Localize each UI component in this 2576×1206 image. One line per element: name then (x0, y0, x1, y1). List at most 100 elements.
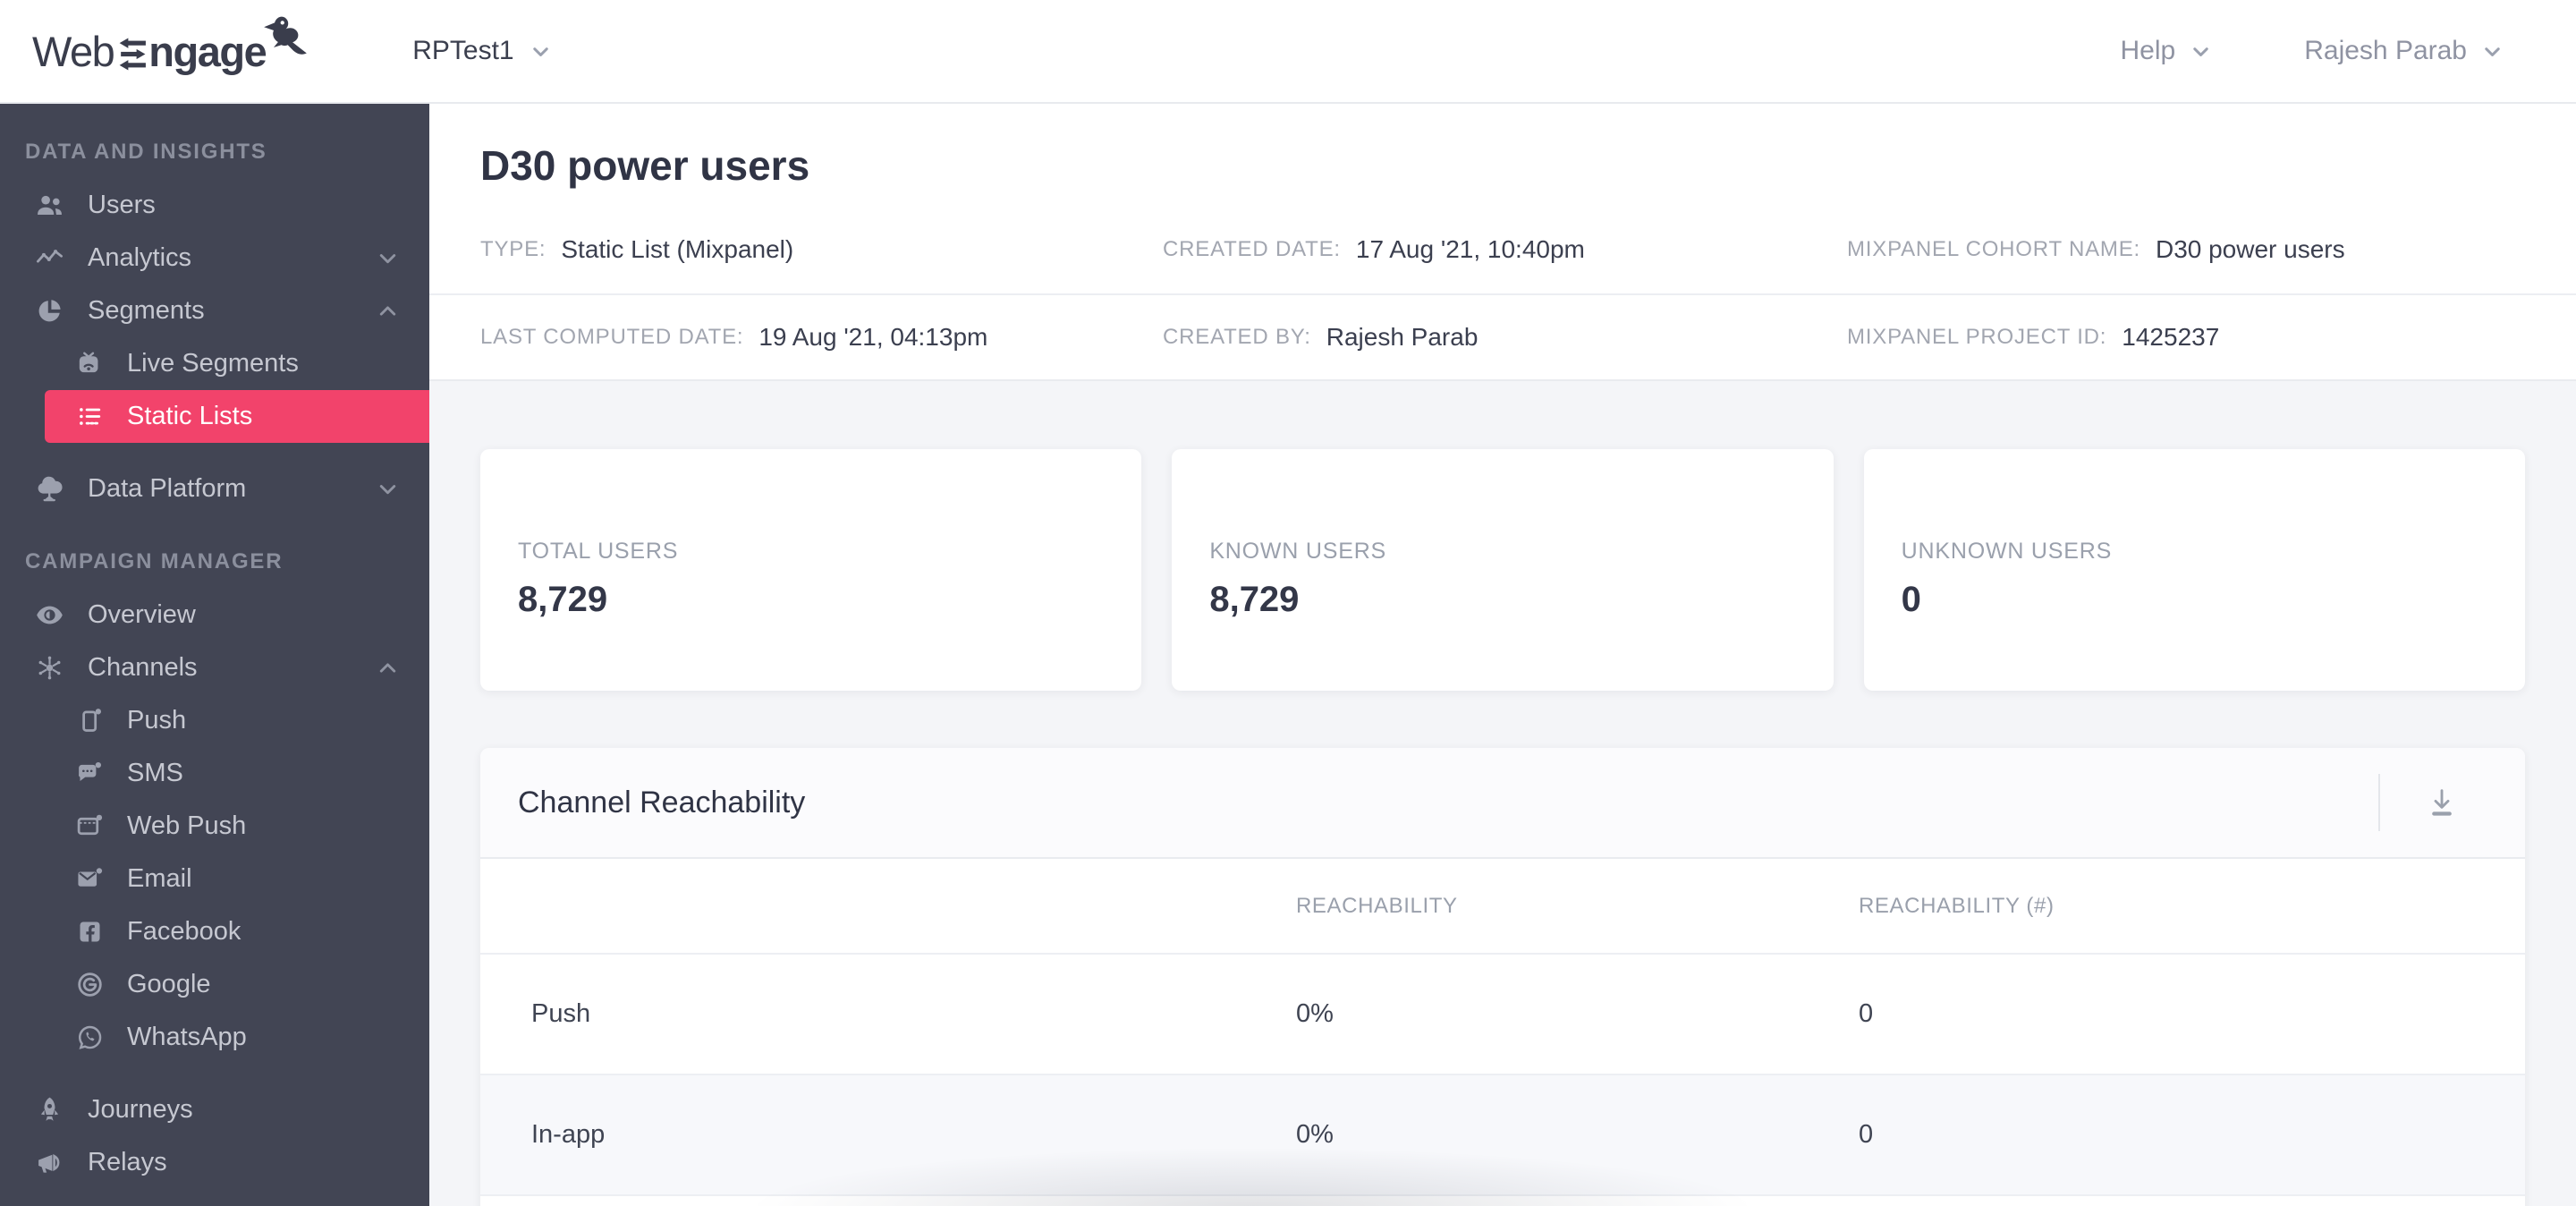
stat-value: 8,729 (1209, 579, 1300, 619)
sidebar: DATA AND INSIGHTS Users Analytics Segmen… (0, 104, 429, 1206)
chevron-up-icon (379, 306, 396, 316)
reachability-count-column-header: REACHABILITY (#) (1859, 893, 2055, 918)
content-area: TOTAL USERS 8,729 KNOWN USERS 8,729 UNKN… (429, 381, 2576, 1206)
google-icon (78, 972, 102, 997)
meta-value: D30 power users (2155, 235, 2345, 263)
channel-name: Push (531, 999, 591, 1028)
meta-mixpanel-cohort-name: MIXPANEL COHORT NAME: D30 power users (1847, 235, 2525, 264)
sidebar-item-label: Email (127, 864, 192, 893)
reachability-table-header: REACHABILITY REACHABILITY (#) (480, 859, 2525, 955)
meta-mixpanel-project-id: MIXPANEL PROJECT ID: 1425237 (1847, 323, 2525, 352)
chevron-down-icon (2485, 47, 2500, 56)
channel-reachability-card: Channel Reachability REACHABILITY REACHA… (480, 748, 2525, 1206)
sidebar-item-whatsapp[interactable]: WhatsApp (45, 1011, 429, 1064)
vertical-divider (2378, 774, 2380, 831)
relays-icon (38, 1154, 60, 1173)
sidebar-item-data-platform[interactable]: Data Platform (0, 463, 429, 515)
sidebar-item-facebook[interactable]: Facebook (45, 905, 429, 958)
sidebar-item-sms[interactable]: SMS (45, 747, 429, 800)
sidebar-item-google[interactable]: Google (45, 958, 429, 1011)
reachability-column-header: REACHABILITY (1296, 893, 1458, 918)
sidebar-item-label: Push (127, 706, 187, 735)
analytics-icon (36, 250, 64, 263)
live-segments-icon (79, 352, 98, 373)
sidebar-item-journeys[interactable]: Journeys (0, 1083, 429, 1136)
chevron-down-icon (379, 254, 396, 264)
reachability-tools (2378, 774, 2462, 831)
meta-last-computed-date: LAST COMPUTED DATE: 19 Aug '21, 04:13pm (480, 323, 1163, 352)
meta-value: Static List (Mixpanel) (561, 235, 794, 263)
sidebar-section-campaign-manager: CAMPAIGN MANAGER (25, 549, 284, 573)
sidebar-item-label: Journeys (88, 1095, 193, 1124)
meta-type: TYPE: Static List (Mixpanel) (480, 235, 1163, 264)
help-menu[interactable]: Help (2121, 36, 2214, 66)
sidebar-item-label: Segments (88, 296, 205, 325)
stat-value: 0 (1901, 579, 1921, 619)
sidebar-item-email[interactable]: Email (45, 853, 429, 905)
table-row-partial (480, 1194, 2525, 1206)
user-menu[interactable]: Rajesh Parab (2304, 36, 2504, 66)
download-button[interactable] (2421, 782, 2462, 823)
page-title: D30 power users (480, 142, 810, 189)
main-content: D30 power users TYPE: Static List (Mixpa… (429, 104, 2576, 1206)
stat-card-known-users: KNOWN USERS 8,729 (1172, 449, 1834, 691)
sidebar-item-channels[interactable]: Channels (0, 641, 429, 694)
stat-card-total-users: TOTAL USERS 8,729 (480, 449, 1142, 691)
sidebar-item-label: WhatsApp (127, 1023, 247, 1051)
reachability-count: 0 (1859, 1120, 1874, 1149)
sidebar-item-analytics[interactable]: Analytics (0, 232, 429, 285)
sidebar-item-label: Facebook (127, 917, 242, 946)
facebook-icon (80, 921, 100, 942)
meta-value: Rajesh Parab (1326, 323, 1479, 351)
stat-cards: TOTAL USERS 8,729 KNOWN USERS 8,729 UNKN… (480, 449, 2525, 691)
meta-row: LAST COMPUTED DATE: 19 Aug '21, 04:13pm … (429, 293, 2576, 379)
logo-text-web: Web (32, 27, 115, 75)
sidebar-item-live-segments[interactable]: Live Segments (45, 337, 429, 390)
sidebar-item-label: Users (88, 191, 156, 219)
sidebar-item-label: Live Segments (127, 349, 299, 378)
sidebar-item-push[interactable]: Push (45, 694, 429, 747)
sms-icon (79, 761, 102, 782)
meta-label: MIXPANEL COHORT NAME: (1847, 237, 2140, 261)
stat-card-unknown-users: UNKNOWN USERS 0 (1863, 449, 2525, 691)
meta-created-date: CREATED DATE: 17 Aug '21, 10:40pm (1163, 235, 1847, 264)
meta-label: CREATED BY: (1163, 325, 1311, 349)
sidebar-item-static-lists[interactable]: Static Lists (45, 390, 429, 443)
web-push-icon (77, 814, 103, 836)
page-header: D30 power users TYPE: Static List (Mixpa… (429, 104, 2576, 381)
stat-label: UNKNOWN USERS (1901, 538, 2113, 564)
email-icon (78, 868, 103, 887)
meta-label: LAST COMPUTED DATE: (480, 325, 744, 349)
sidebar-item-label: Google (127, 970, 211, 998)
users-icon (38, 195, 62, 215)
user-name: Rajesh Parab (2304, 36, 2467, 65)
webengage-logo[interactable]: Web ngage (32, 16, 308, 76)
sidebar-item-users[interactable]: Users (0, 179, 429, 232)
whatsapp-icon (78, 1025, 102, 1049)
meta-value: 1425237 (2122, 323, 2220, 351)
meta-value: 17 Aug '21, 10:40pm (1355, 235, 1585, 263)
reachability-percent: 0% (1296, 1120, 1334, 1149)
project-selector[interactable]: RPTest1 (412, 36, 552, 66)
project-name: RPTest1 (412, 36, 514, 65)
overview-icon (37, 606, 63, 624)
webengage-app: Web ngage RPTest1 Help Rajesh Parab DATA… (0, 0, 2576, 1206)
segments-icon (38, 300, 61, 322)
sidebar-item-relays[interactable]: Relays (0, 1136, 429, 1189)
help-label: Help (2120, 36, 2176, 65)
sidebar-item-label: Relays (88, 1148, 167, 1176)
webengage-e-arrows-icon (119, 38, 147, 70)
sidebar-item-segments[interactable]: Segments (0, 285, 429, 337)
sidebar-item-label: Analytics (88, 243, 192, 272)
sidebar-section-data-and-insights: DATA AND INSIGHTS (25, 140, 267, 164)
static-lists-icon (80, 408, 101, 425)
sidebar-item-overview[interactable]: Overview (0, 589, 429, 641)
meta-label: CREATED DATE: (1163, 237, 1341, 261)
chevron-down-icon (2193, 47, 2208, 56)
top-bar: Web ngage RPTest1 Help Rajesh Parab (0, 0, 2576, 104)
channels-icon (38, 656, 61, 680)
logo-text-ngage: ngage (148, 27, 267, 75)
segment-meta: TYPE: Static List (Mixpanel) CREATED DAT… (429, 206, 2576, 379)
stat-label: TOTAL USERS (518, 538, 679, 564)
sidebar-item-web-push[interactable]: Web Push (45, 800, 429, 853)
